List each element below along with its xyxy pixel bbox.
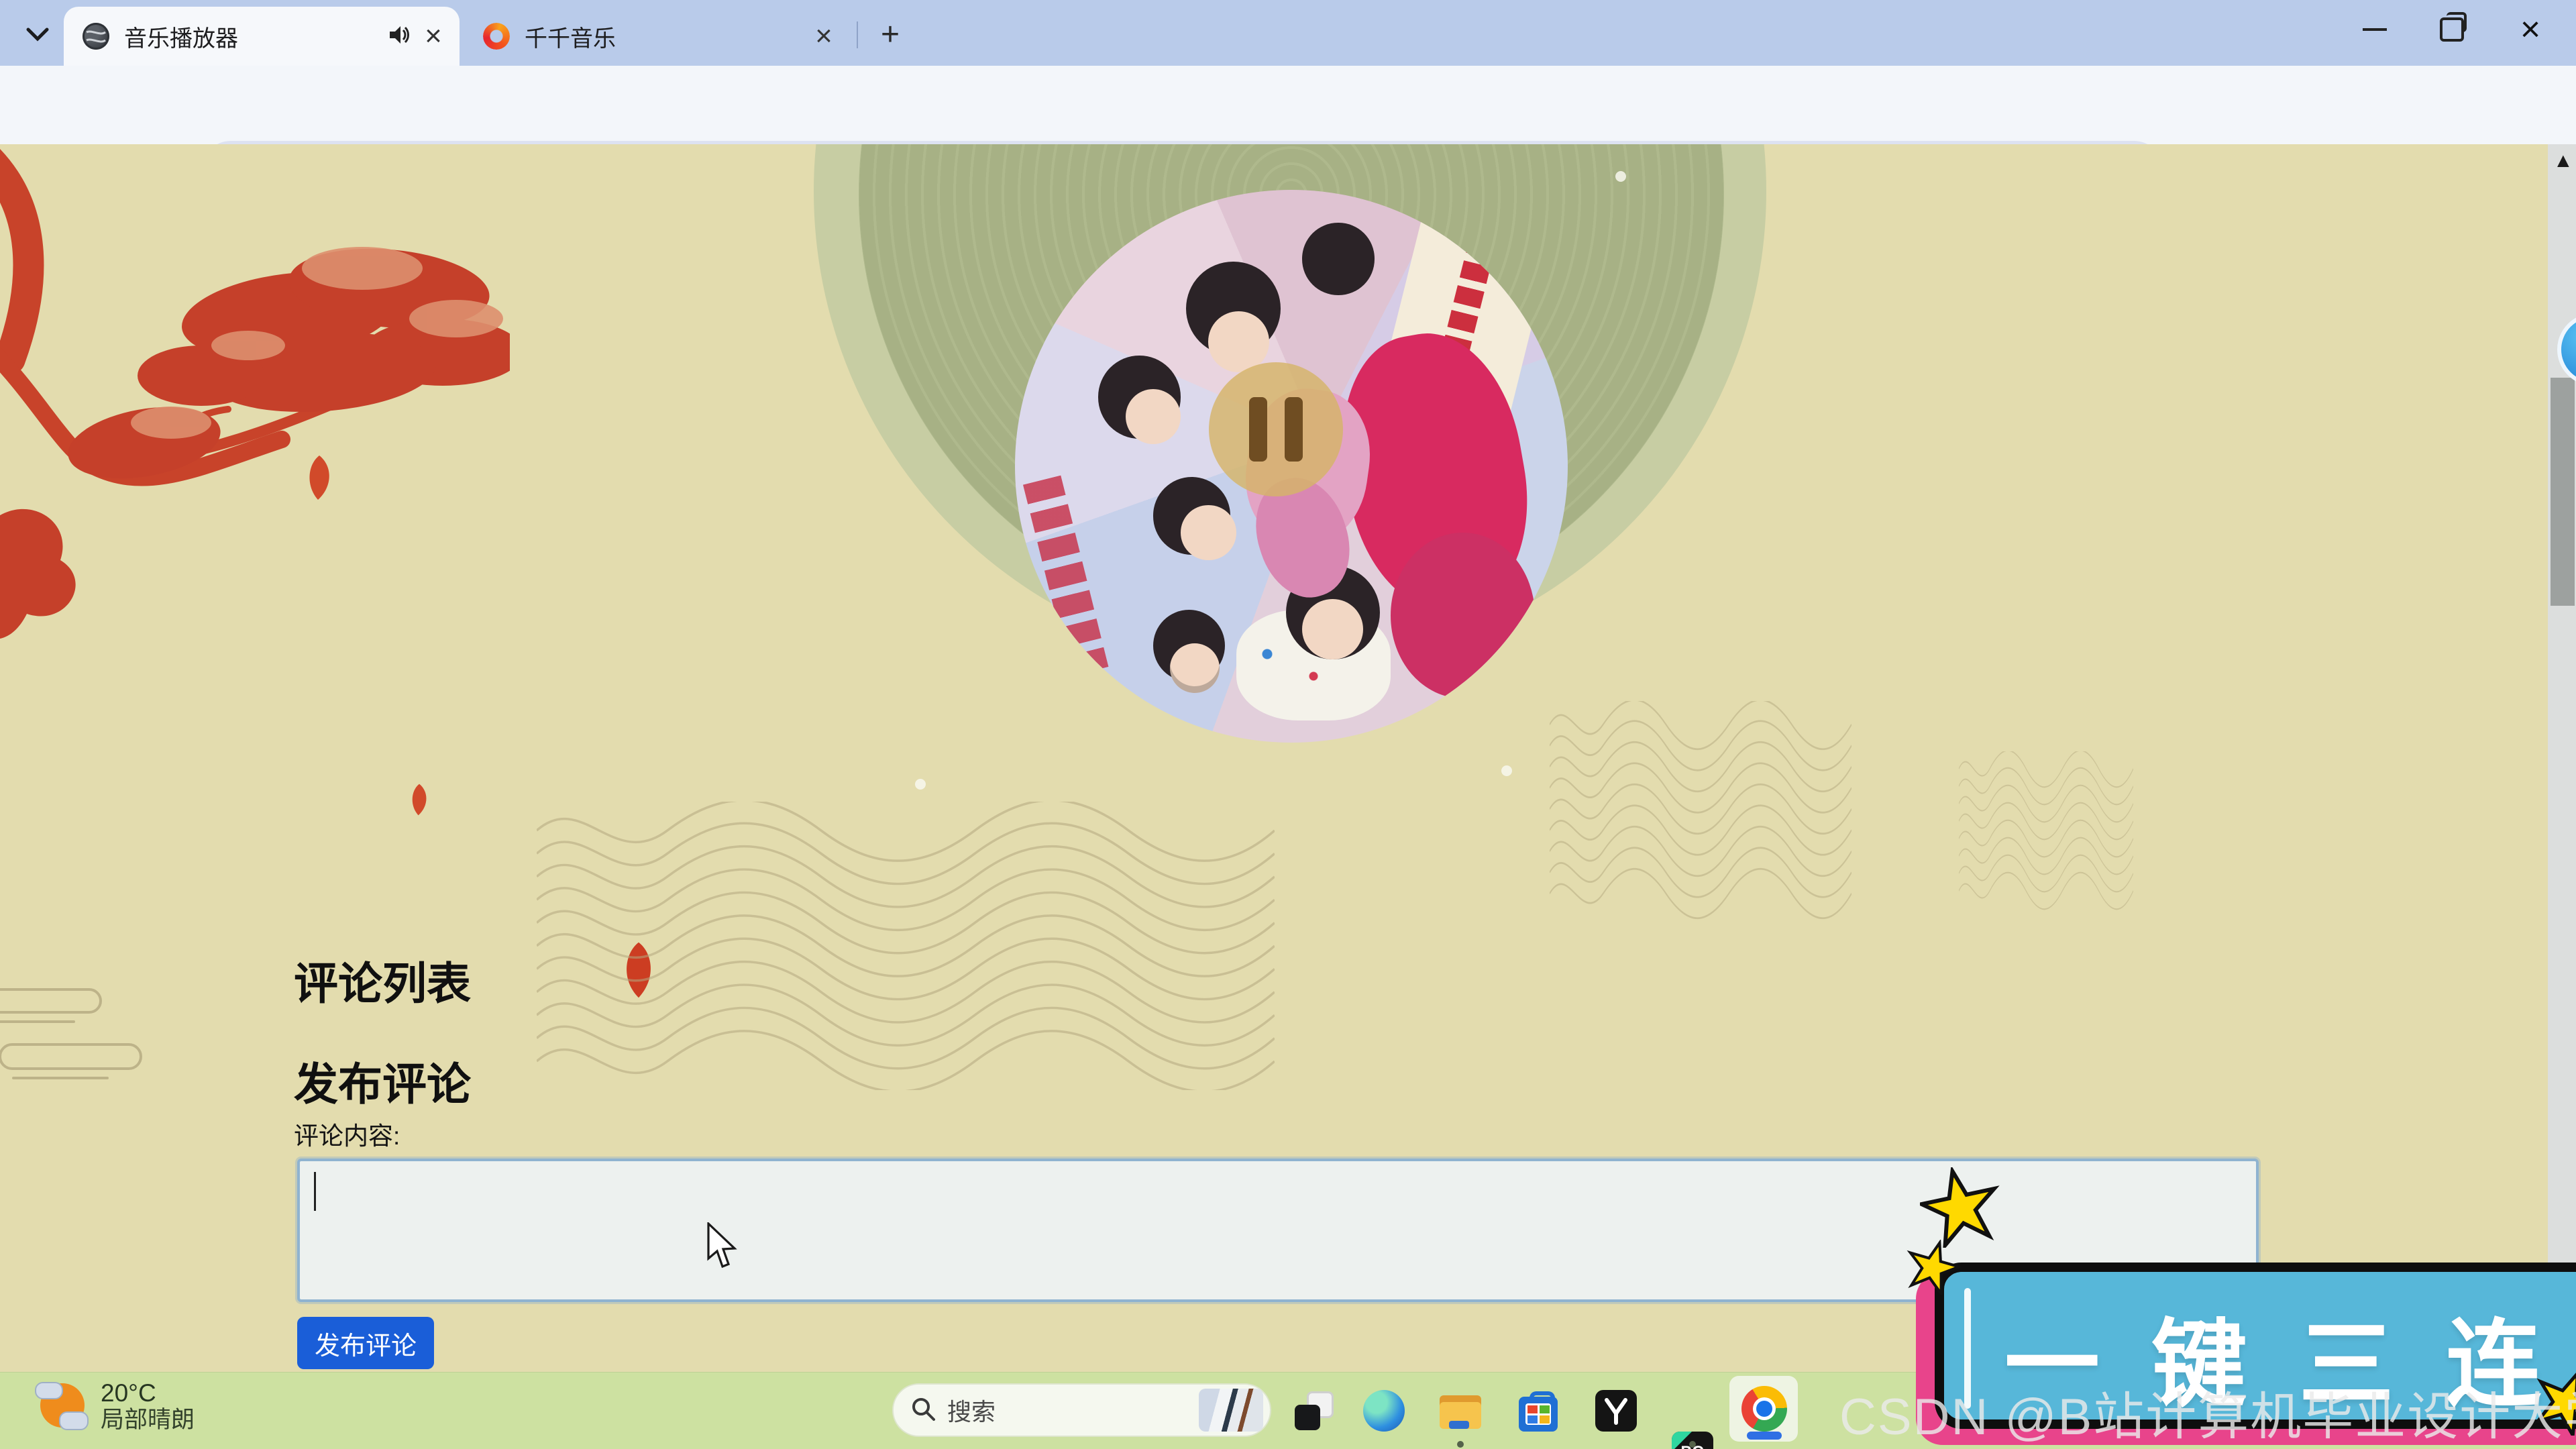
weather-temperature: 20°C (101, 1379, 195, 1407)
falling-leaf-icon (408, 783, 431, 816)
taskbar-weather-widget[interactable]: 20°C 局部晴朗 (35, 1379, 195, 1434)
taskbar-search-box[interactable]: 搜索 (892, 1383, 1271, 1437)
vinyl-dot (1615, 171, 1626, 182)
tab-strip: 音乐播放器 × 千千音乐 × + × (0, 0, 2576, 66)
pause-icon (1249, 397, 1267, 462)
star-icon (1920, 1167, 2000, 1248)
search-icon (910, 1395, 936, 1426)
hair-blob (1302, 223, 1374, 294)
microsoft-store-icon[interactable] (1517, 1390, 1559, 1432)
search-placeholder: 搜索 (947, 1393, 1199, 1428)
chrome-icon[interactable] (1741, 1386, 1787, 1432)
post-comment-button[interactable]: 发布评论 (297, 1317, 434, 1369)
speaker-icon[interactable] (387, 23, 410, 50)
weather-sun-clouds-icon (35, 1379, 89, 1433)
csdn-watermark: CSDN @B站计算机毕业设计大学 (1839, 1375, 2576, 1449)
tab-title: 千千音乐 (525, 20, 807, 53)
qianqian-favicon-icon (483, 23, 510, 50)
vinyl-dot (915, 779, 926, 790)
comment-content-label: 评论内容: (294, 1116, 400, 1152)
post-comment-heading: 发布评论 (294, 1049, 471, 1113)
tab-qianqian-music[interactable]: 千千音乐 × (464, 7, 850, 66)
red-pine-tree-decoration (0, 144, 510, 694)
scrollbar-up-arrow[interactable]: ▲ (2553, 150, 2573, 172)
pause-icon (1285, 397, 1303, 462)
falling-leaf-icon (303, 454, 335, 501)
screen: 音乐播放器 × 千千音乐 × + × (0, 0, 2576, 1449)
scrollbar-thumb[interactable] (2551, 378, 2575, 606)
face-blob (1126, 389, 1181, 444)
text-caret (314, 1172, 316, 1211)
mouse-cursor (706, 1222, 741, 1271)
face-blob (1208, 311, 1269, 372)
weather-condition: 局部晴朗 (101, 1407, 195, 1433)
wave-pattern-decoration (537, 802, 1275, 1090)
page-content: 评论列表 发布评论 评论内容: 发布评论 ▲ (0, 144, 2576, 1372)
tab-search-chevron-icon[interactable] (19, 17, 56, 51)
search-highlight-image[interactable] (1199, 1389, 1263, 1432)
browser-toolbar: 127.0.0.1:8000/music/music/2599 ☆ V (0, 66, 2576, 145)
wave-pattern-decoration (1959, 751, 2133, 926)
edge-browser-icon[interactable] (1363, 1390, 1405, 1432)
minimize-icon (2363, 28, 2387, 31)
tab-title: 音乐播放器 (124, 20, 387, 53)
tab-divider (857, 21, 858, 48)
legion-app-icon[interactable] (1595, 1390, 1637, 1432)
tab-close-icon[interactable]: × (807, 19, 841, 53)
falling-leaf-icon (619, 939, 659, 1001)
star-icon (1905, 1240, 1960, 1295)
globe-favicon-icon (83, 23, 109, 50)
pause-button[interactable] (1209, 362, 1343, 496)
tab-music-player[interactable]: 音乐播放器 × (64, 7, 460, 66)
running-app-dot (1457, 1441, 1464, 1448)
cloud-outline-decoration (0, 983, 174, 1104)
window-restore-button[interactable] (2412, 0, 2492, 59)
window-close-button[interactable]: × (2490, 0, 2571, 59)
face-blob (1302, 599, 1363, 660)
glasses-face-blob (1170, 643, 1220, 693)
restore-icon (2440, 17, 2464, 42)
face-blob (1181, 505, 1236, 560)
window-minimize-button[interactable] (2334, 0, 2415, 59)
red-region (1391, 533, 1534, 698)
new-tab-button[interactable]: + (872, 16, 908, 52)
running-app-dot (1689, 1441, 1696, 1448)
task-view-button[interactable] (1293, 1390, 1335, 1432)
wave-pattern-decoration (1550, 701, 1851, 936)
vinyl-dot (1501, 765, 1512, 776)
tab-close-icon[interactable]: × (417, 19, 450, 53)
chrome-running-indicator (1747, 1432, 1782, 1440)
comments-list-heading: 评论列表 (294, 948, 471, 1012)
file-explorer-icon[interactable] (1440, 1390, 1481, 1432)
